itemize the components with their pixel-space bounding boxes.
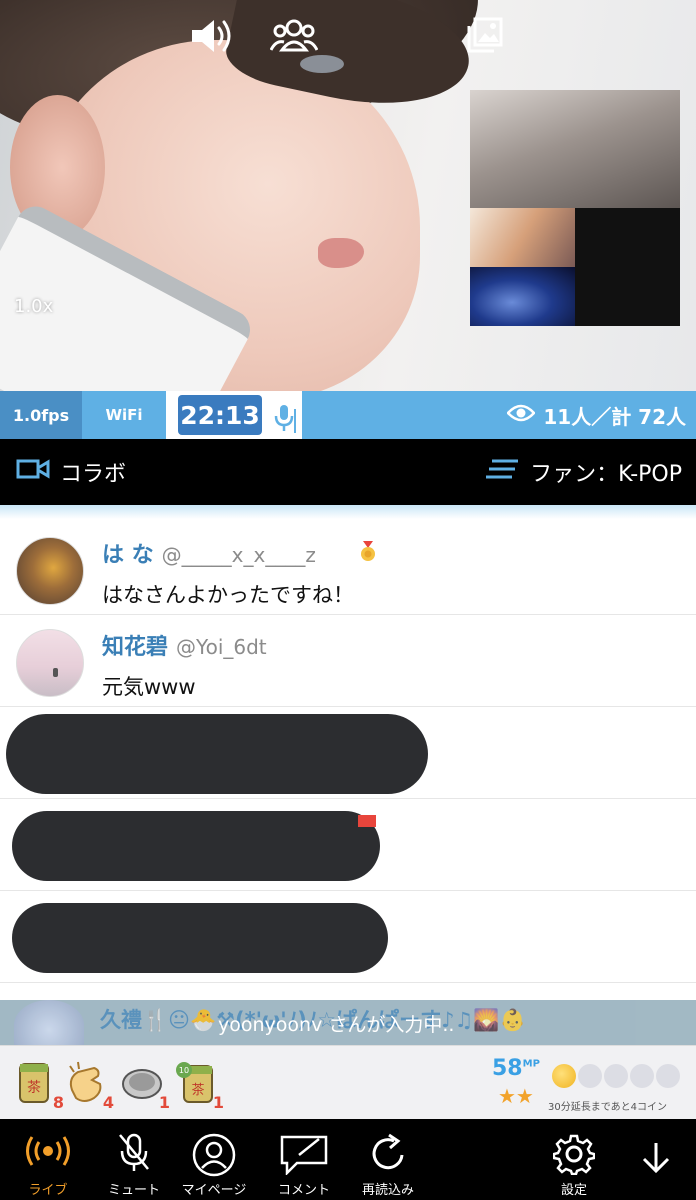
gift-count: 4 xyxy=(102,1093,114,1112)
redaction-block xyxy=(6,714,428,794)
author-name: 知花碧 xyxy=(102,635,169,660)
coin-empty xyxy=(604,1064,628,1088)
gift-count: 8 xyxy=(52,1093,64,1112)
bottom-nav: ライブ ミュート マイページ コメント 再読込み 設定 xyxy=(0,1119,696,1200)
comment-text: 元気www xyxy=(102,675,196,699)
avatar[interactable] xyxy=(16,629,84,697)
video-camera-icon xyxy=(16,458,50,486)
volume-icon[interactable] xyxy=(190,16,236,60)
comment-item[interactable]: 知花碧 @Yoi_6dt 元気www xyxy=(0,615,696,707)
screen: 1.0x 1.0fps WiFi 22:13 11人／計 72人 コラボ ファン… xyxy=(0,0,696,1200)
tea10-icon[interactable]: 10 茶 1 xyxy=(174,1060,224,1112)
coin-empty xyxy=(578,1064,602,1088)
collab-tile[interactable] xyxy=(470,267,575,326)
gallery-icon[interactable] xyxy=(466,16,504,58)
comment-icon xyxy=(279,1133,329,1179)
comment-author[interactable]: は な @_____x_x____z xyxy=(102,537,316,569)
mic-level-icon xyxy=(272,403,296,437)
nav-comment[interactable]: コメント xyxy=(262,1119,346,1200)
svg-text:10: 10 xyxy=(179,1066,189,1075)
broadcast-icon xyxy=(21,1133,75,1173)
redaction-block xyxy=(12,811,380,881)
coin-meter xyxy=(552,1064,680,1088)
disc-icon[interactable]: 1 xyxy=(120,1060,170,1112)
nav-reload[interactable]: 再読込み xyxy=(346,1119,430,1200)
mp-value: 58MP xyxy=(492,1056,540,1081)
comment-item[interactable]: は な @_____x_x____z はなさんよかったですね！ xyxy=(0,523,696,615)
nav-label: マイページ xyxy=(181,1183,247,1198)
collab-tile[interactable] xyxy=(470,208,575,267)
network-indicator: WiFi xyxy=(105,406,143,424)
coin-empty xyxy=(630,1064,654,1088)
nav-label: ライブ xyxy=(28,1183,68,1198)
nav-mute[interactable]: ミュート xyxy=(92,1119,176,1200)
clap-icon[interactable]: 4 xyxy=(64,1060,114,1112)
collab-label: コラボ xyxy=(60,462,127,487)
tea-icon[interactable]: 茶 8 xyxy=(14,1060,64,1112)
coin-note: 30分延長まであと4コイン xyxy=(548,1102,667,1113)
user-icon xyxy=(192,1133,236,1181)
nav-mypage[interactable]: マイページ xyxy=(172,1119,256,1200)
typing-indicator: 久禮🍴😐🐣⚒(*'ω'ﾉ)ﾉ☆ぱんぱーす♪♫🌄👶 yoonyoonv さんが入力… xyxy=(0,1000,696,1050)
author-handle: @Yoi_6dt xyxy=(176,635,267,659)
collab-tile[interactable] xyxy=(470,90,680,208)
coin-empty xyxy=(656,1064,680,1088)
avatar xyxy=(14,1000,84,1050)
medal-icon xyxy=(358,541,378,567)
live-video[interactable]: 1.0x xyxy=(0,0,696,391)
fan-button[interactable]: ファン：K-POP xyxy=(486,439,682,505)
nav-label: ミュート xyxy=(107,1183,160,1198)
fan-label: ファン：K-POP xyxy=(530,462,682,487)
viewer-count: 11人／計 72人 xyxy=(506,391,686,439)
gift-count: 1 xyxy=(158,1093,170,1112)
nav-label: コメント xyxy=(277,1183,330,1198)
gift-count: 1 xyxy=(212,1093,224,1112)
mic-off-icon xyxy=(117,1133,151,1177)
medal-icon xyxy=(358,815,376,827)
fps-indicator: 1.0fps xyxy=(0,391,82,439)
viewer-count-text: 11人／計 72人 xyxy=(543,404,686,429)
avatar[interactable] xyxy=(16,537,84,605)
collab-bar: コラボ ファン：K-POP xyxy=(0,439,696,505)
svg-text:茶: 茶 xyxy=(27,1080,41,1096)
nav-live[interactable]: ライブ xyxy=(6,1119,90,1200)
gift-bar: 茶 8 4 1 10 茶 1 58MP ★★ 30分延長まであと4コイン xyxy=(0,1045,696,1119)
collab-grid[interactable] xyxy=(470,90,680,326)
nav-label: 再読込み xyxy=(361,1183,414,1198)
author-name: は な xyxy=(102,543,154,568)
group-icon[interactable] xyxy=(269,16,319,60)
status-bar: 1.0fps WiFi 22:13 11人／計 72人 xyxy=(0,391,696,439)
comment-text: はなさんよかったですね！ xyxy=(102,583,354,607)
nav-settings[interactable]: 設定 xyxy=(532,1119,616,1200)
broadcast-timer: 22:13 xyxy=(178,395,262,435)
svg-text:茶: 茶 xyxy=(191,1082,204,1098)
eye-icon xyxy=(506,403,537,428)
scroll-down-button[interactable] xyxy=(614,1119,696,1200)
collab-button[interactable]: コラボ xyxy=(16,439,126,505)
gear-icon xyxy=(552,1133,596,1179)
collab-tile-empty xyxy=(575,208,680,326)
coin-filled xyxy=(552,1064,576,1088)
list-top-edge xyxy=(0,505,696,519)
arrow-down-icon xyxy=(641,1141,671,1179)
menu-lines-icon xyxy=(486,458,520,486)
comment-list[interactable]: は な @_____x_x____z はなさんよかったですね！ 知花碧 @Yoi_6… xyxy=(0,505,696,1045)
nav-label: 設定 xyxy=(560,1183,587,1198)
mp-stars: ★★ xyxy=(498,1084,534,1108)
zoom-level: 1.0x xyxy=(14,296,54,317)
comment-author[interactable]: 知花碧 @Yoi_6dt xyxy=(102,629,267,661)
typing-text: yoonyoonv さんが入力中.. xyxy=(218,1014,455,1036)
reload-icon xyxy=(367,1133,409,1179)
redaction-block xyxy=(12,903,388,973)
author-handle: @_____x_x____z xyxy=(161,543,316,567)
